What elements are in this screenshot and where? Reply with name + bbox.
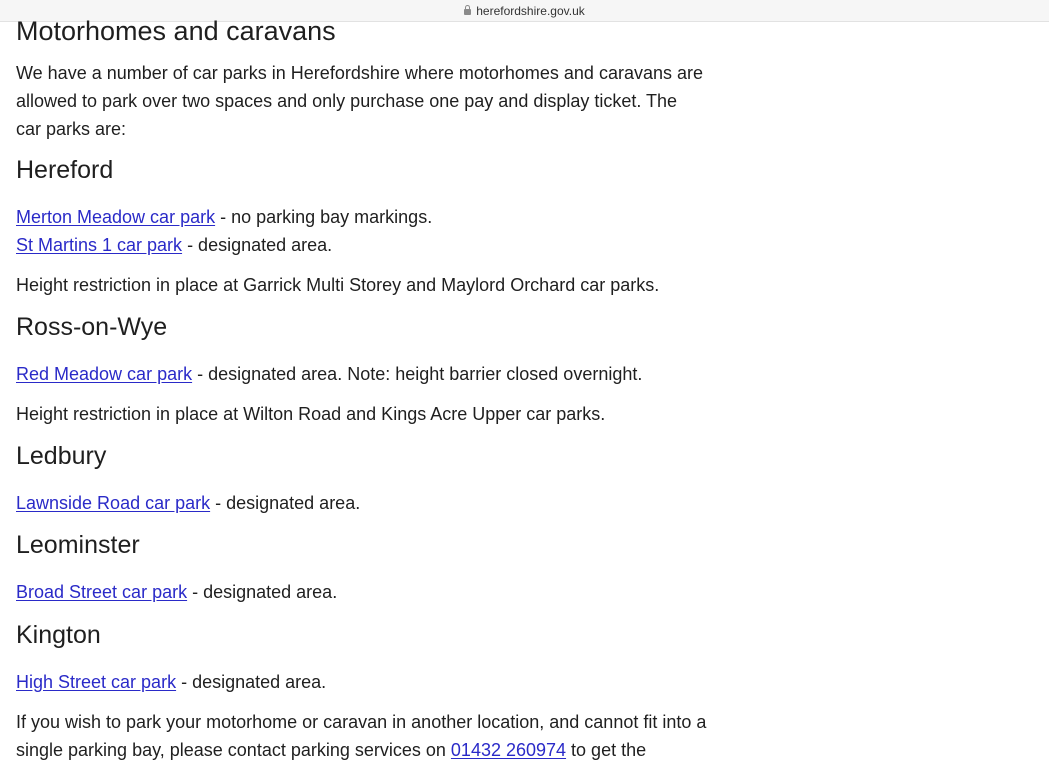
heading-ross-on-wye: Ross-on-Wye [16,313,168,341]
contact-paragraph-line-2: single parking bay, please contact parki… [16,736,706,764]
entry-description: - designated area. [176,672,327,692]
heading-hereford: Hereford [16,156,114,184]
list-item: High Street car park - designated area. [16,668,706,696]
entry-description: - no parking bay markings. [215,207,433,227]
height-restriction-note: Height restriction in place at Garrick M… [16,275,660,295]
link-broad-street-car-park[interactable]: Broad Street car park [16,582,187,602]
intro-paragraph: We have a number of car parks in Herefor… [16,63,703,139]
contact-text: single parking bay, please contact parki… [16,740,451,760]
contact-text: to get the [566,740,647,760]
entry-description: - designated area. [210,493,361,513]
list-item: St Martins 1 car park - designated area. [16,231,706,259]
heading-leominster: Leominster [16,531,140,559]
list-item: Broad Street car park - designated area. [16,578,706,606]
height-restriction-note: Height restriction in place at Wilton Ro… [16,404,606,424]
list-item: Merton Meadow car park - no parking bay … [16,203,706,231]
contact-paragraph-line-1: If you wish to park your motorhome or ca… [16,712,707,732]
heading-kington: Kington [16,621,101,649]
link-high-street-car-park[interactable]: High Street car park [16,672,176,692]
heading-ledbury: Ledbury [16,442,107,470]
entry-description: - designated area. Note: height barrier … [192,364,643,384]
list-item: Lawnside Road car park - designated area… [16,489,706,517]
url-text: herefordshire.gov.uk [476,3,585,18]
page-title: Motorhomes and caravans [16,16,336,46]
lock-icon [464,4,472,15]
list-item: Red Meadow car park - designated area. N… [16,360,706,388]
link-lawnside-road-car-park[interactable]: Lawnside Road car park [16,493,210,513]
link-red-meadow-car-park[interactable]: Red Meadow car park [16,364,192,384]
entry-description: - designated area. [187,582,338,602]
link-st-martins-1-car-park[interactable]: St Martins 1 car park [16,235,182,255]
parking-services-phone-link[interactable]: 01432 260974 [451,740,566,760]
entry-description: - designated area. [182,235,333,255]
link-merton-meadow-car-park[interactable]: Merton Meadow car park [16,207,215,227]
